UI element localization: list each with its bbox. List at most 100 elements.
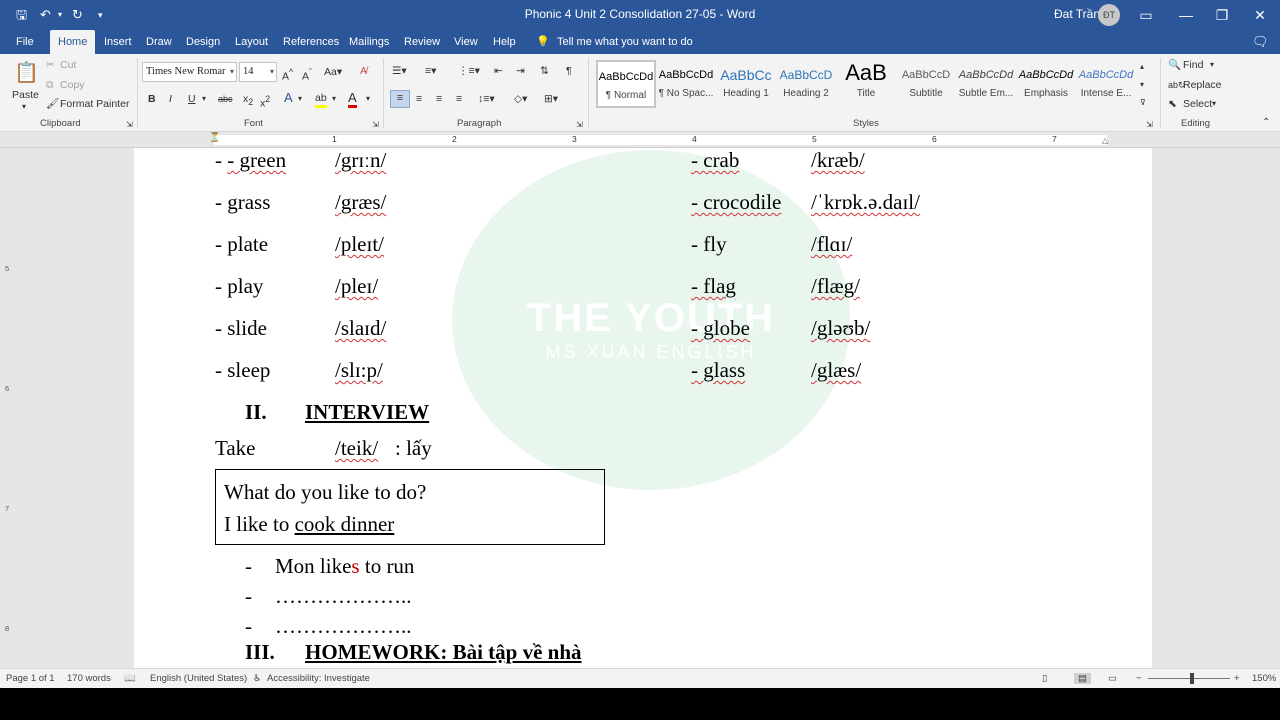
font-size-combo[interactable]: 14 ▾ [239,62,277,82]
tab-references[interactable]: References [283,30,339,54]
zoom-slider-thumb[interactable] [1190,673,1194,684]
style-heading-1[interactable]: AaBbCc Heading 1 [716,60,776,108]
tab-mailings[interactable]: Mailings [349,30,389,54]
minimize-icon[interactable]: — [1176,5,1196,25]
document-page[interactable]: THE YOUTH MS XUAN ENGLISH - - green /grɪ… [134,148,1152,668]
highlight-dropdown-icon[interactable]: ▾ [332,92,336,106]
change-case-icon[interactable]: Aa▾ [324,65,342,79]
styles-launcher-icon[interactable]: ⇲ [1146,118,1153,132]
tab-view[interactable]: View [454,30,478,54]
clipboard-launcher-icon[interactable]: ⇲ [126,118,133,132]
bold-icon[interactable]: B [148,92,156,106]
increase-indent-icon[interactable]: ⇥ [516,64,525,78]
collapse-ribbon-icon[interactable]: ⌃ [1262,116,1270,130]
style-emphasis[interactable]: AaBbCcDd Emphasis [1016,60,1076,108]
find-icon[interactable]: 🔍 [1168,58,1181,72]
select-icon[interactable]: ⬉ [1168,97,1177,111]
decrease-indent-icon[interactable]: ⇤ [494,64,503,78]
align-left-icon[interactable]: ≡ [390,90,410,108]
style-subtitle[interactable]: AaBbCcD Subtitle [896,60,956,108]
style-sample: AaBbCcD [779,68,833,82]
right-indent-icon[interactable]: △ [1102,134,1108,148]
styles-more-icon[interactable]: ⊽ [1140,96,1146,110]
line-spacing-icon[interactable]: ↕≡▾ [478,92,495,106]
highlight-icon[interactable]: ab [315,91,327,108]
shading-icon[interactable]: ◇▾ [514,92,527,106]
print-layout-icon[interactable]: ▤ [1074,673,1091,684]
ribbon-display-options-icon[interactable]: ▭ [1136,5,1156,25]
paste-icon[interactable]: 📋 [14,60,39,86]
text-effects-icon[interactable]: A [284,91,293,105]
strikethrough-icon[interactable]: abc [218,92,233,106]
restore-icon[interactable]: ❐ [1212,5,1232,25]
bullets-icon[interactable]: ☰▾ [392,64,407,78]
tell-me-search[interactable]: Tell me what you want to do [557,30,693,54]
web-layout-icon[interactable]: ▭ [1108,673,1117,684]
sort-icon[interactable]: ⇅ [540,64,549,78]
shrink-font-icon[interactable]: Aˇ [302,65,312,84]
align-center-icon[interactable]: ≡ [416,92,422,106]
proofing-icon[interactable]: 📖 [124,673,136,684]
style-heading-2[interactable]: AaBbCcD Heading 2 [776,60,836,108]
word-count[interactable]: 170 words [67,673,111,684]
paragraph-launcher-icon[interactable]: ⇲ [576,118,583,132]
tab-insert[interactable]: Insert [104,30,132,54]
comments-icon[interactable]: 🗨 [1252,30,1269,54]
zoom-in-icon[interactable]: + [1234,673,1240,684]
close-icon[interactable]: ✕ [1250,5,1270,25]
borders-icon[interactable]: ⊞▾ [544,92,558,106]
tab-help[interactable]: Help [493,30,516,54]
align-right-icon[interactable]: ≡ [436,92,442,106]
format-painter-icon[interactable]: 🖌 [46,97,59,111]
styles-scroll-down-icon[interactable]: ▾ [1140,78,1144,92]
style-no-spacing[interactable]: AaBbCcDd ¶ No Spac... [656,60,716,108]
style-title[interactable]: AaB Title [836,60,896,108]
justify-icon[interactable]: ≡ [456,92,462,106]
tab-home[interactable]: Home [50,30,96,54]
indent-marker-icon[interactable]: ⏳ [209,130,220,144]
paste-dropdown-icon[interactable]: ▾ [22,100,26,114]
zoom-slider[interactable] [1148,678,1230,679]
styles-scroll-up-icon[interactable]: ▴ [1140,60,1144,74]
language[interactable]: English (United States) [150,673,247,684]
font-name-combo[interactable]: Times New Romar ▾ [142,62,237,82]
zoom-out-icon[interactable]: − [1136,673,1142,684]
style-normal[interactable]: AaBbCcDd ¶ Normal [596,60,656,108]
underline-icon[interactable]: U [188,92,196,106]
font-launcher-icon[interactable]: ⇲ [372,118,379,132]
italic-icon[interactable]: I [169,92,172,106]
multilevel-list-icon[interactable]: ⋮≡▾ [458,64,480,78]
select-button[interactable]: Select [1183,97,1212,111]
style-subtle-emphasis[interactable]: AaBbCcDd Subtle Em... [956,60,1016,108]
accessibility-status[interactable]: Accessibility: Investigate [267,673,370,684]
tab-file[interactable]: File [16,30,34,54]
tab-review[interactable]: Review [404,30,440,54]
accessibility-icon[interactable]: ♿ [253,673,262,684]
tab-draw[interactable]: Draw [146,30,172,54]
grow-font-icon[interactable]: A^ [282,65,293,84]
text-effects-dropdown-icon[interactable]: ▾ [298,92,302,106]
page-count[interactable]: Page 1 of 1 [6,673,55,684]
subscript-icon[interactable]: x2 [243,92,253,109]
replace-button[interactable]: Replace [1183,78,1222,92]
user-name[interactable]: Đat Trần [1054,7,1100,21]
find-dropdown-icon[interactable]: ▾ [1210,58,1214,72]
clear-formatting-icon[interactable]: A̸ [360,64,367,78]
vertical-ruler[interactable]: 5 6 7 8 [0,148,18,668]
tab-design[interactable]: Design [186,30,220,54]
format-painter-button[interactable]: Format Painter [60,97,129,111]
style-intense-emphasis[interactable]: AaBbCcDd Intense E... [1076,60,1136,108]
font-color-dropdown-icon[interactable]: ▾ [366,92,370,106]
numbering-icon[interactable]: ≡▾ [425,64,436,78]
tab-layout[interactable]: Layout [235,30,268,54]
font-color-icon[interactable]: A [348,90,357,108]
read-mode-icon[interactable]: ▯ [1042,673,1047,684]
find-button[interactable]: Find [1183,58,1203,72]
avatar[interactable]: ĐT [1098,4,1120,26]
select-dropdown-icon[interactable]: ▾ [1212,97,1216,111]
underline-dropdown-icon[interactable]: ▾ [202,92,206,106]
zoom-level[interactable]: 150% [1252,673,1276,684]
horizontal-ruler[interactable]: ⏳ 1 2 3 4 5 6 7 △ [0,132,1280,148]
show-formatting-icon[interactable]: ¶ [566,64,572,78]
superscript-icon[interactable]: x2 [260,92,270,111]
